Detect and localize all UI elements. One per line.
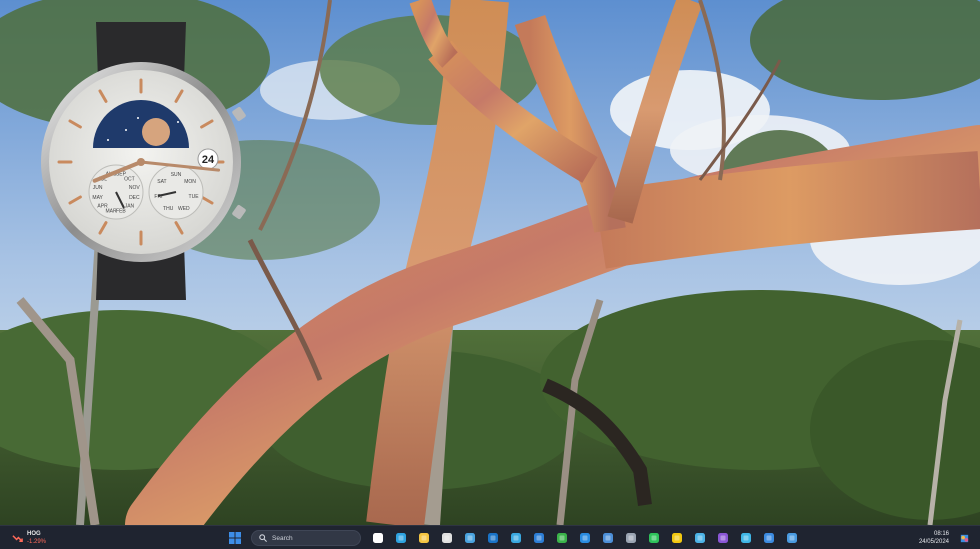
weekday-label: SAT [157,179,166,185]
settings-button[interactable] [621,529,640,548]
stock-widget[interactable]: HOG -1.29% [12,528,46,548]
remote-desktop-button[interactable] [759,529,778,548]
task-view-icon [372,533,383,543]
month-label: DEC [129,195,140,201]
app-cyan-button[interactable] [736,529,755,548]
vscode-icon [579,533,590,543]
file-explorer-button[interactable] [414,529,433,548]
date-window: 24 [197,148,219,170]
file-explorer-icon [418,533,429,543]
watch-widget[interactable]: JULAUGSEPOCTNOVDECJANFEBMARAPRMAYJUN SUN… [38,22,248,302]
app-blue-icon [533,533,544,543]
terminal-icon [464,533,475,543]
terminal-button[interactable] [460,529,479,548]
whatsapp-button[interactable] [644,529,663,548]
mixer-icon [786,533,797,543]
clock-date: 24/05/2024 [918,539,949,545]
date-number: 24 [202,154,215,166]
calendar-icon [441,533,452,543]
search-icon [259,534,267,542]
onedrive-icon [510,533,521,543]
month-label: NOV [129,185,141,191]
app-blue-button[interactable] [529,529,548,548]
taskbar-apps: Search [225,528,801,548]
globe-icon [694,533,705,543]
xbox-icon [556,533,567,543]
month-label: OCT [124,177,135,183]
task-view-button[interactable] [368,529,387,548]
weekday-label: THU [163,206,174,212]
purple-app-icon [717,533,728,543]
copilot-icon[interactable] [959,533,970,544]
outlook-button[interactable] [483,529,502,548]
powerbi-button[interactable] [667,529,686,548]
month-label: JAN [125,203,135,209]
system-tray: 08:16 24/05/2024 [919,528,970,548]
globe-button[interactable] [690,529,709,548]
weekday-subdial: SUNMONTUEWEDTHUFRISAT [148,164,204,220]
start-icon [228,532,241,544]
xbox-button[interactable] [552,529,571,548]
remote-desktop-icon [763,533,774,543]
search-box[interactable]: Search [251,530,361,546]
outlook-icon [487,533,498,543]
edge-button[interactable] [391,529,410,548]
month-label: MAY [92,195,103,201]
mixer-button[interactable] [782,529,801,548]
mail-icon [602,533,613,543]
stock-change: -1.29% [27,539,47,545]
edge-icon [395,533,406,543]
clock[interactable]: 08:16 24/05/2024 [919,530,949,546]
app-cyan-icon [740,533,751,543]
month-label: JUN [93,185,103,191]
taskbar: HOG -1.29% Search 08:16 24/05/2024 [0,525,980,549]
calendar-button[interactable] [437,529,456,548]
weekday-label: MON [184,179,196,185]
onedrive-button[interactable] [506,529,525,548]
month-label: APR [97,203,108,209]
weekday-label: WED [178,206,190,212]
powerbi-icon [671,533,682,543]
stock-ticker: HOG [27,531,41,537]
purple-app-button[interactable] [713,529,732,548]
mail-button[interactable] [598,529,617,548]
weekday-label: SUN [171,172,182,178]
weekday-label: TUE [189,194,200,200]
stock-down-icon [12,534,23,542]
whatsapp-icon [648,533,659,543]
search-label: Search [272,534,293,542]
vscode-button[interactable] [575,529,594,548]
start-button[interactable] [225,529,244,548]
month-label: FEB [116,208,126,214]
settings-icon [625,533,636,543]
clock-time: 08:16 [933,531,949,537]
